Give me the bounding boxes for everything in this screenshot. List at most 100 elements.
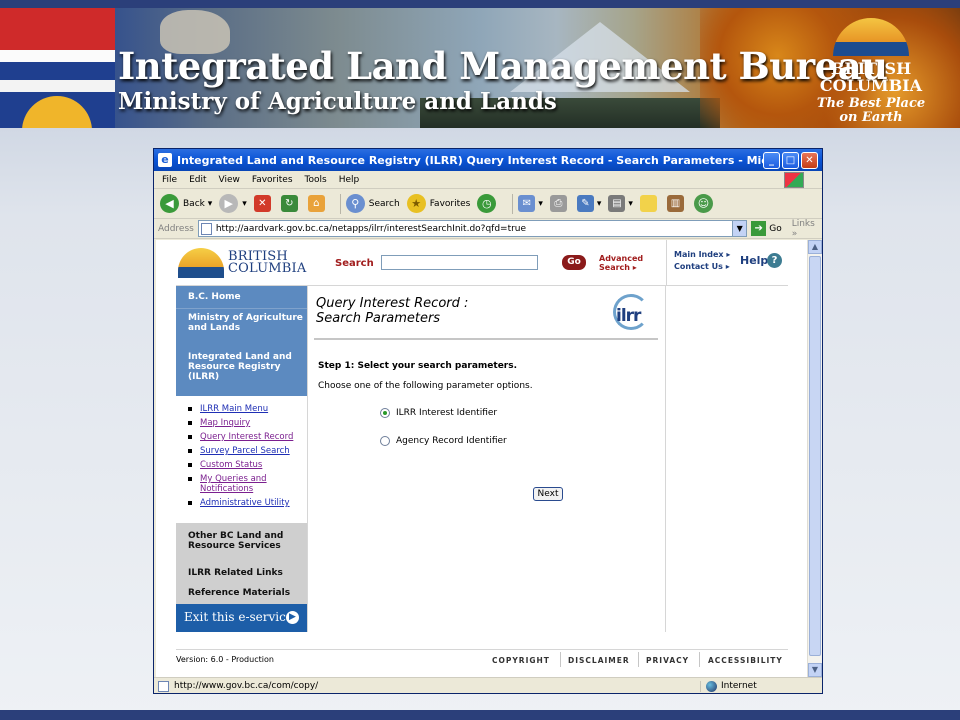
menu-file[interactable]: File bbox=[162, 175, 177, 185]
page-icon bbox=[200, 222, 212, 235]
bc-sun-icon bbox=[178, 248, 224, 278]
advanced-search-line2: Search bbox=[599, 263, 630, 272]
refresh-button[interactable]: ↻ bbox=[280, 195, 301, 212]
forward-arrow-icon: ▶ bbox=[219, 194, 239, 213]
bc-logo: BRITISH COLUMBIA The Best Place on Earth bbox=[806, 18, 936, 126]
scroll-up-icon[interactable]: ▲ bbox=[808, 240, 822, 254]
go-button[interactable]: ➔ Go bbox=[751, 221, 782, 236]
favorites-button[interactable]: ★ Favorites bbox=[406, 194, 471, 213]
nav-related-links[interactable]: ILRR Related Links bbox=[176, 563, 307, 583]
disclaimer-link[interactable]: DISCLAIMER bbox=[568, 656, 630, 665]
menu-favorites[interactable]: Favorites bbox=[252, 175, 293, 185]
nav-ministry[interactable]: Ministry of Agriculture and Lands bbox=[176, 308, 307, 352]
list-item: ILRR Main Menu bbox=[186, 404, 307, 414]
address-dropdown-icon[interactable]: ▼ bbox=[732, 221, 747, 236]
status-url: http://www.gov.bc.ca/com/copy/ bbox=[174, 681, 319, 691]
divider bbox=[314, 338, 658, 340]
bc-logo-line2: COLUMBIA bbox=[819, 76, 923, 95]
option-label: ILRR Interest Identifier bbox=[396, 408, 498, 418]
site-search-input[interactable] bbox=[381, 255, 538, 270]
bc-logo-tagline: The Best Place on Earth bbox=[816, 96, 926, 125]
search-button[interactable]: ⚲ Search bbox=[345, 194, 400, 213]
privacy-link[interactable]: PRIVACY bbox=[646, 656, 689, 665]
address-text: http://aardvark.gov.bc.ca/netapps/ilrr/i… bbox=[215, 223, 527, 234]
radio-button-selected[interactable] bbox=[380, 408, 390, 418]
windows-logo-icon bbox=[784, 172, 804, 188]
header-links: Main Index ▸ Contact Us ▸ bbox=[674, 250, 731, 271]
search-label: Search bbox=[368, 198, 400, 209]
bureau-banner: Integrated Land Management Bureau Minist… bbox=[0, 8, 960, 128]
nav-link-my-queries[interactable]: My Queries and Notifications bbox=[200, 474, 267, 494]
nav-link-list: ILRR Main Menu Map Inquiry Query Interes… bbox=[176, 396, 307, 523]
page-footer: Version: 6.0 - Production COPYRIGHT DISC… bbox=[176, 649, 788, 671]
stop-button[interactable]: ✕ bbox=[253, 195, 274, 212]
nav-link-query-interest-record[interactable]: Query Interest Record bbox=[200, 432, 293, 442]
zone-label: Internet bbox=[721, 681, 757, 691]
help-link[interactable]: Help bbox=[740, 254, 768, 267]
links-button[interactable]: Links » bbox=[792, 219, 822, 239]
next-button[interactable]: Next bbox=[533, 487, 563, 501]
forward-button[interactable]: ▶ ▾ bbox=[219, 194, 247, 213]
page-title-line1: Query Interest Record : bbox=[316, 296, 469, 311]
advanced-search-link[interactable]: Advanced Search ▸ bbox=[599, 254, 643, 272]
refresh-icon: ↻ bbox=[280, 195, 298, 212]
address-input[interactable]: http://aardvark.gov.bc.ca/netapps/ilrr/i… bbox=[197, 220, 748, 237]
option-agency-record-identifier[interactable]: Agency Record Identifier bbox=[380, 436, 507, 446]
help-icon[interactable]: ? bbox=[767, 253, 782, 268]
ie-window: e Integrated Land and Resource Registry … bbox=[153, 148, 823, 694]
nav-link-administrative-utility[interactable]: Administrative Utility bbox=[200, 498, 290, 508]
window-titlebar[interactable]: e Integrated Land and Resource Registry … bbox=[154, 149, 822, 171]
main-index-link[interactable]: Main Index bbox=[674, 250, 724, 259]
search-icon: ⚲ bbox=[345, 194, 365, 213]
back-arrow-icon: ◀ bbox=[160, 194, 179, 213]
research-button[interactable]: ▥ bbox=[666, 195, 687, 212]
status-bar: http://www.gov.bc.ca/com/copy/ Internet bbox=[154, 677, 822, 693]
print-icon: ⎙ bbox=[549, 195, 567, 212]
discuss-button[interactable]: ▤ ▾ bbox=[608, 195, 633, 212]
maximize-button[interactable]: □ bbox=[782, 151, 799, 169]
browser-toolbar: ◀ Back ▾ ▶ ▾ ✕ ↻ ⌂ ⚲ Search ★ Favorites ◷ ✉ ▾… bbox=[154, 189, 822, 219]
menu-view[interactable]: View bbox=[219, 175, 240, 185]
list-item: Survey Parcel Search bbox=[186, 446, 307, 456]
close-button[interactable]: ✕ bbox=[801, 151, 818, 169]
page-icon bbox=[158, 680, 169, 692]
exit-eservice-button[interactable]: Exit this e-service ▶ bbox=[176, 604, 307, 632]
note-button[interactable] bbox=[639, 195, 660, 212]
history-button[interactable]: ◷ bbox=[477, 194, 500, 213]
minimize-button[interactable]: _ bbox=[763, 151, 780, 169]
nav-link-survey-parcel-search[interactable]: Survey Parcel Search bbox=[200, 446, 290, 456]
advanced-search-line1: Advanced bbox=[599, 254, 644, 263]
menu-edit[interactable]: Edit bbox=[189, 175, 206, 185]
vertical-scrollbar[interactable]: ▲ ▼ bbox=[807, 240, 822, 677]
bc-page-logo[interactable]: BRITISH COLUMBIA bbox=[178, 246, 308, 282]
home-button[interactable]: ⌂ bbox=[307, 195, 328, 212]
scroll-down-icon[interactable]: ▼ bbox=[808, 663, 822, 677]
accessibility-link[interactable]: ACCESSIBILITY bbox=[708, 656, 783, 665]
nav-link-custom-status[interactable]: Custom Status bbox=[200, 460, 262, 470]
nav-link-map-inquiry[interactable]: Map Inquiry bbox=[200, 418, 250, 428]
nav-link-ilrr-main-menu[interactable]: ILRR Main Menu bbox=[200, 404, 268, 414]
mail-button[interactable]: ✉ ▾ bbox=[518, 195, 543, 212]
copyright-link[interactable]: COPYRIGHT bbox=[492, 656, 550, 665]
research-icon: ▥ bbox=[666, 195, 684, 212]
radio-button[interactable] bbox=[380, 436, 390, 446]
favorites-label: Favorites bbox=[429, 198, 471, 209]
menu-help[interactable]: Help bbox=[339, 175, 360, 185]
scroll-thumb[interactable] bbox=[809, 256, 821, 656]
nav-other-services[interactable]: Other BC Land and Resource Services bbox=[176, 523, 307, 563]
note-icon bbox=[639, 195, 657, 212]
menu-bar: File Edit View Favorites Tools Help bbox=[154, 171, 822, 189]
page-title: Query Interest Record : Search Parameters bbox=[316, 296, 468, 326]
edit-button[interactable]: ✎ ▾ bbox=[576, 195, 601, 212]
contact-us-link[interactable]: Contact Us bbox=[674, 262, 723, 271]
nav-ilrr[interactable]: Integrated Land and Resource Registry (I… bbox=[176, 352, 307, 396]
nav-reference-materials[interactable]: Reference Materials bbox=[176, 583, 307, 604]
nav-bc-home[interactable]: B.C. Home bbox=[176, 286, 307, 308]
messenger-button[interactable]: ☺ bbox=[693, 194, 717, 213]
option-ilrr-interest-identifier[interactable]: ILRR Interest Identifier bbox=[380, 408, 497, 418]
page-header: BRITISH COLUMBIA Search Go Advanced Search… bbox=[176, 240, 788, 286]
back-button[interactable]: ◀ Back ▾ bbox=[160, 194, 212, 213]
site-search-go-button[interactable]: Go bbox=[562, 255, 586, 270]
menu-tools[interactable]: Tools bbox=[305, 175, 327, 185]
print-button[interactable]: ⎙ bbox=[549, 195, 570, 212]
